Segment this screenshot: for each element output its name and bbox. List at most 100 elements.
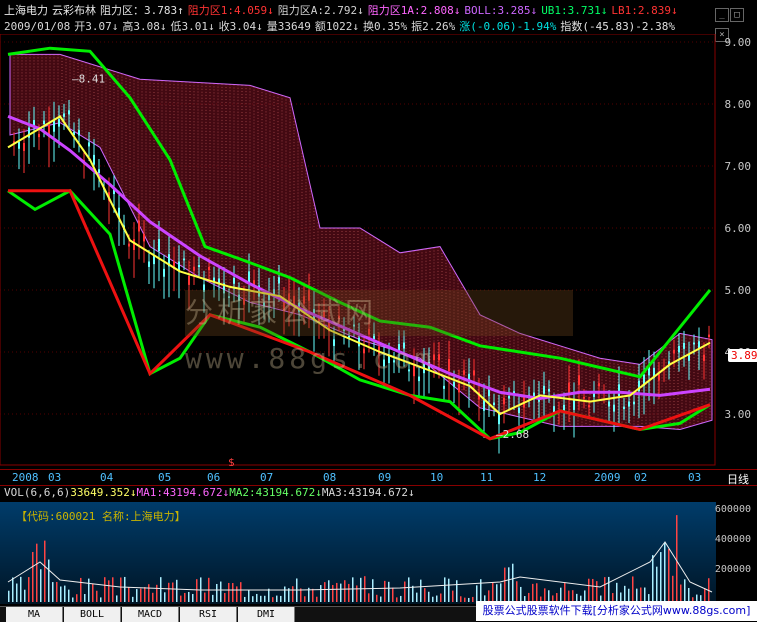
candle-body bbox=[78, 130, 80, 136]
date-tick: 02 bbox=[634, 471, 648, 484]
volume-bar bbox=[472, 596, 474, 602]
candle-body bbox=[578, 375, 580, 385]
tab-ma[interactable]: MA bbox=[6, 607, 63, 622]
volume-bar bbox=[36, 543, 38, 602]
price-tick: 8.00 bbox=[724, 98, 752, 111]
volume-bar bbox=[280, 595, 282, 602]
volume-tick: 400000 bbox=[714, 534, 751, 545]
volume-bar bbox=[88, 578, 90, 602]
volume-bar bbox=[176, 579, 178, 602]
indicator-value-7: UB1:3.731↓ bbox=[541, 4, 608, 17]
volume-bar bbox=[264, 595, 266, 602]
volume-bar bbox=[16, 583, 18, 602]
volume-bar bbox=[336, 582, 338, 602]
site-banner[interactable]: 股票公式股票软件下载[分析家公式网www.88gs.com] bbox=[476, 601, 757, 621]
volume-bar bbox=[416, 592, 418, 602]
vol-value-4: MA3:43194.672↓ bbox=[321, 486, 415, 499]
volume-bar bbox=[544, 588, 546, 602]
volume-bar bbox=[92, 583, 94, 602]
candle-body bbox=[568, 382, 570, 394]
volume-bar bbox=[124, 576, 126, 602]
volume-bar bbox=[212, 594, 214, 602]
date-tick: 08 bbox=[323, 471, 337, 484]
candle-body bbox=[38, 133, 40, 138]
volume-bar bbox=[252, 596, 254, 602]
minimize-icon[interactable]: _ bbox=[715, 8, 729, 22]
volume-bar bbox=[220, 581, 222, 602]
volume-bar bbox=[496, 584, 498, 602]
volume-bar bbox=[160, 577, 162, 602]
volume-bar bbox=[64, 585, 66, 602]
volume-bar bbox=[412, 585, 414, 602]
volume-bar bbox=[40, 569, 42, 602]
quote-value-0: 2009/01/08 bbox=[4, 20, 71, 33]
candle-body bbox=[588, 405, 590, 408]
candle-body bbox=[208, 267, 210, 271]
volume-bar bbox=[432, 596, 434, 602]
date-tick: 10 bbox=[430, 471, 444, 484]
volume-bar bbox=[72, 597, 74, 602]
maximize-icon[interactable]: □ bbox=[730, 8, 744, 22]
volume-bar bbox=[508, 567, 510, 602]
volume-bar bbox=[96, 590, 98, 602]
indicator-value-1: 云彩布林 bbox=[52, 4, 96, 17]
volume-bar bbox=[640, 587, 642, 602]
volume-bar bbox=[148, 584, 150, 602]
volume-bar bbox=[48, 559, 50, 602]
candle-body bbox=[473, 370, 475, 376]
tab-dmi[interactable]: DMI bbox=[238, 607, 295, 622]
quote-value-5: 量33649 bbox=[266, 20, 311, 33]
watermark: 分析家公式网 www.88gs.com bbox=[185, 290, 573, 375]
candle-body bbox=[68, 110, 70, 115]
quote-value-3: 低3.01↓ bbox=[170, 20, 215, 33]
volume-bar bbox=[244, 596, 246, 602]
volume-bar bbox=[248, 589, 250, 602]
volume-bar bbox=[256, 593, 258, 602]
candle-body bbox=[628, 401, 630, 407]
volume-bar bbox=[384, 580, 386, 602]
price-tick: 5.00 bbox=[724, 284, 752, 297]
candle-body bbox=[158, 239, 160, 252]
volume-bar bbox=[112, 577, 114, 602]
price-tick: 3.00 bbox=[724, 408, 752, 421]
volume-bar bbox=[404, 581, 406, 602]
volume-bar bbox=[196, 579, 198, 602]
volume-bar bbox=[188, 591, 190, 602]
candle-body bbox=[58, 119, 60, 127]
candle-body bbox=[483, 400, 485, 411]
volume-bar bbox=[560, 587, 562, 602]
tab-rsi[interactable]: RSI bbox=[180, 607, 237, 622]
volume-bar bbox=[348, 583, 350, 602]
volume-bar bbox=[676, 515, 678, 602]
tab-macd[interactable]: MACD bbox=[122, 607, 179, 622]
volume-bar bbox=[356, 585, 358, 602]
volume-bar bbox=[52, 582, 54, 602]
candle-body bbox=[448, 359, 450, 372]
volume-tick: 200000 bbox=[714, 564, 751, 575]
vol-value-3: MA2:43194.672↓ bbox=[229, 486, 322, 499]
price-chart[interactable]: —8.41 —2.68 $ bbox=[0, 34, 716, 466]
candle-body bbox=[458, 384, 460, 393]
volume-bar bbox=[664, 542, 666, 602]
volume-bar bbox=[500, 583, 502, 602]
volume-bar bbox=[616, 582, 618, 602]
candle-body bbox=[43, 120, 45, 125]
volume-bar bbox=[440, 593, 442, 602]
candle-body bbox=[493, 402, 495, 406]
volume-bar bbox=[464, 597, 466, 602]
volume-bar bbox=[276, 595, 278, 602]
volume-bar bbox=[624, 585, 626, 602]
tab-boll[interactable]: BOLL bbox=[64, 607, 121, 622]
volume-bar bbox=[516, 581, 518, 602]
volume-bar bbox=[240, 582, 242, 602]
volume-bar bbox=[452, 590, 454, 602]
volume-bar bbox=[228, 582, 230, 602]
candle-body bbox=[623, 406, 625, 410]
price-axis: 9.008.007.006.005.004.003.00 bbox=[716, 34, 757, 466]
volume-bar bbox=[448, 578, 450, 602]
volume-bar bbox=[32, 551, 34, 602]
date-tick: 2008 bbox=[12, 471, 39, 484]
volume-bar bbox=[444, 577, 446, 602]
indicator-value-6: BOLL:3.285↓ bbox=[464, 4, 538, 17]
quote-value-10: 指数(-45.83)-2.38% bbox=[560, 20, 676, 33]
